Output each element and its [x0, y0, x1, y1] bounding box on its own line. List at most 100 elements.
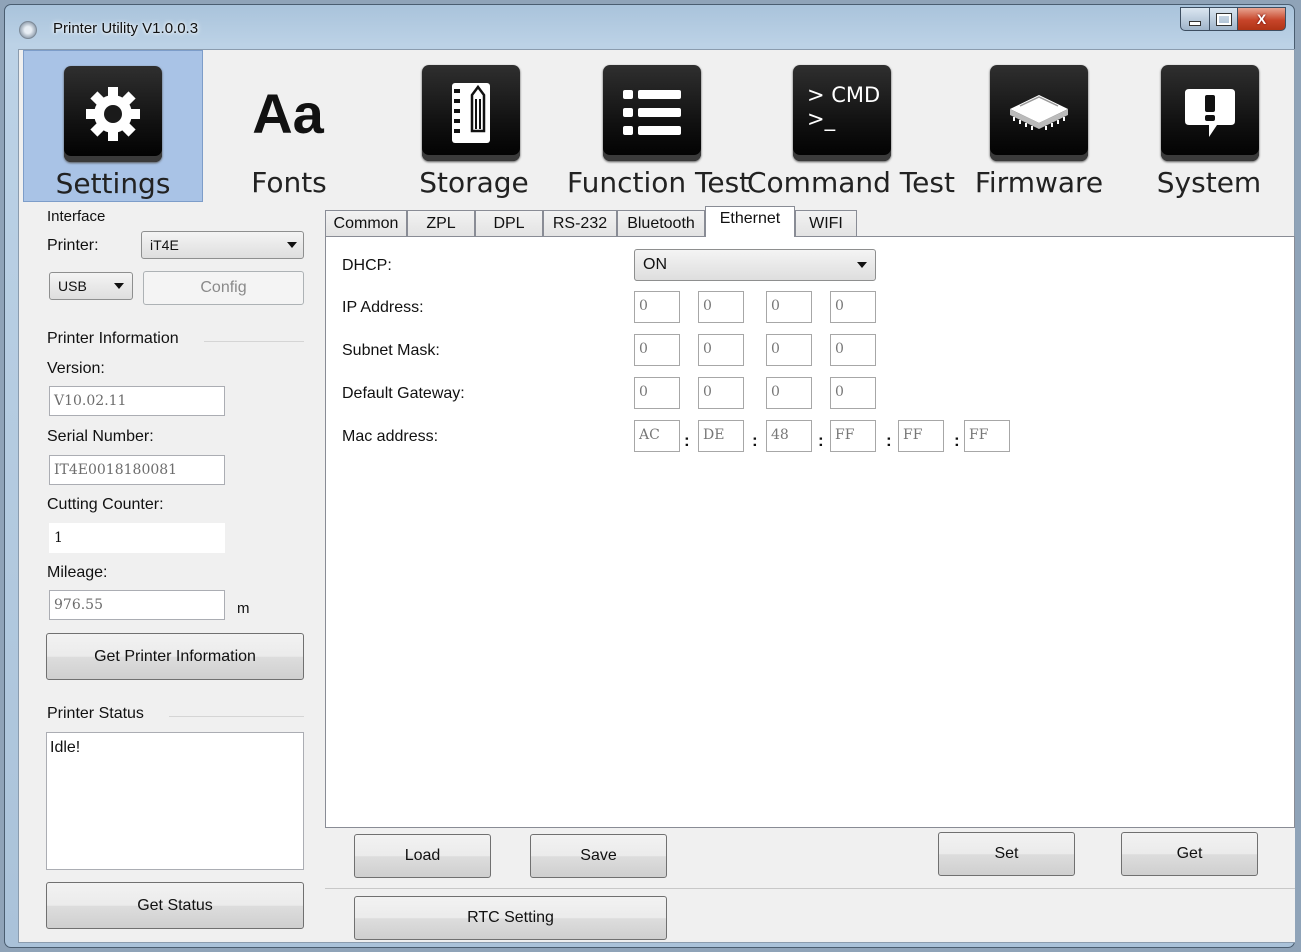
mac-separator: :	[954, 431, 960, 450]
mileage-label: Mileage:	[47, 564, 108, 581]
printer-status-text: Idle!	[50, 739, 81, 756]
chevron-down-icon	[287, 242, 297, 248]
dhcp-select[interactable]: ON	[634, 249, 876, 281]
mileage-field[interactable]: 976.55	[49, 590, 225, 620]
gateway-octet-4[interactable]: 0	[830, 377, 876, 409]
toolbar-system[interactable]: System	[1149, 50, 1269, 202]
gateway-octet-2[interactable]: 0	[698, 377, 744, 409]
ip-octet-3[interactable]: 0	[766, 291, 812, 323]
tab-zpl[interactable]: ZPL	[407, 210, 475, 236]
port-value: USB	[58, 278, 87, 294]
toolbar-label: Command Test	[747, 166, 955, 199]
mac-address-label: Mac address:	[342, 428, 439, 445]
toolbar-label: System	[1156, 166, 1262, 199]
version-label: Version:	[47, 360, 105, 377]
toolbar-storage[interactable]: Storage	[414, 50, 534, 202]
serial-number-label: Serial Number:	[47, 428, 154, 445]
toolbar-label: Firmware	[974, 166, 1104, 199]
subnet-octet-3[interactable]: 0	[766, 334, 812, 366]
printer-information-header: Printer Information	[47, 330, 179, 347]
rtc-setting-button[interactable]: RTC Setting	[354, 896, 667, 940]
printer-status-header: Printer Status	[47, 705, 144, 722]
toolbar-firmware[interactable]: Firmware	[969, 50, 1109, 202]
set-button[interactable]: Set	[938, 832, 1075, 876]
printer-model-value: iT4E	[150, 237, 179, 253]
title-bar[interactable]: Printer Utility V1.0.0.3 X	[5, 5, 1294, 49]
mac-byte-6[interactable]: FF	[964, 420, 1010, 452]
get-printer-information-button[interactable]: Get Printer Information	[46, 633, 304, 680]
terminal-icon: > CMD >_	[793, 65, 891, 161]
serial-number-field[interactable]: IT4E0018180081	[49, 455, 225, 485]
toolbar-label: Fonts	[251, 166, 327, 199]
list-icon	[603, 65, 701, 161]
subnet-octet-4[interactable]: 0	[830, 334, 876, 366]
tab-dpl[interactable]: DPL	[475, 210, 543, 236]
tab-rs232[interactable]: RS-232	[543, 210, 617, 236]
close-icon: X	[1256, 11, 1267, 27]
maximize-button[interactable]	[1210, 7, 1238, 31]
subnet-octet-1[interactable]: 0	[634, 334, 680, 366]
divider	[325, 888, 1295, 889]
chevron-down-icon	[114, 283, 124, 289]
ethernet-settings-panel: DHCP: ON IP Address: 0 0 0 0 Subnet Mask…	[325, 236, 1295, 828]
cutting-counter-field[interactable]: 1	[49, 523, 225, 553]
mac-byte-5[interactable]: FF	[898, 420, 944, 452]
app-icon	[19, 21, 37, 39]
gear-icon	[64, 66, 162, 162]
dhcp-value: ON	[643, 256, 667, 273]
mac-byte-4[interactable]: FF	[830, 420, 876, 452]
get-button[interactable]: Get	[1121, 832, 1258, 876]
port-select[interactable]: USB	[49, 272, 133, 300]
app-window: Printer Utility V1.0.0.3 X Settings Aa F…	[4, 4, 1295, 948]
maximize-icon	[1215, 12, 1232, 26]
toolbar-label: Function Test	[567, 166, 751, 199]
tab-ethernet[interactable]: Ethernet	[705, 206, 795, 237]
ip-octet-4[interactable]: 0	[830, 291, 876, 323]
terminal-line: >_	[807, 107, 836, 131]
exclamation-bubble-icon	[1161, 65, 1259, 161]
mileage-unit: m	[237, 600, 250, 617]
load-button[interactable]: Load	[354, 834, 491, 878]
toolbar-label: Settings	[55, 167, 171, 200]
mac-separator: :	[684, 431, 690, 450]
chevron-down-icon	[857, 262, 867, 268]
toolbar-command-test[interactable]: > CMD >_ Command Test	[747, 50, 955, 202]
close-button[interactable]: X	[1238, 7, 1286, 31]
minimize-button[interactable]	[1180, 7, 1210, 31]
tab-common[interactable]: Common	[325, 210, 407, 236]
toolbar-label: Storage	[419, 166, 529, 199]
gateway-octet-3[interactable]: 0	[766, 377, 812, 409]
chip-icon	[990, 65, 1088, 161]
minimize-icon	[1189, 20, 1201, 26]
main-toolbar: Settings Aa Fonts Storage Function Test …	[19, 50, 1294, 202]
group-divider	[169, 716, 304, 717]
mac-byte-3[interactable]: 48	[766, 420, 812, 452]
toolbar-function-test[interactable]: Function Test	[567, 50, 751, 202]
cutting-counter-label: Cutting Counter:	[47, 496, 164, 513]
get-status-button[interactable]: Get Status	[46, 882, 304, 929]
tab-wifi[interactable]: WIFI	[795, 210, 857, 236]
toolbar-fonts[interactable]: Aa Fonts	[219, 50, 339, 202]
interface-header: Interface	[47, 208, 106, 225]
mac-separator: :	[886, 431, 892, 450]
subnet-octet-2[interactable]: 0	[698, 334, 744, 366]
caption-buttons: X	[1180, 7, 1286, 33]
gateway-octet-1[interactable]: 0	[634, 377, 680, 409]
notebook-pencil-icon	[422, 65, 520, 161]
printer-model-select[interactable]: iT4E	[141, 231, 304, 259]
font-aa-icon: Aa	[252, 81, 324, 145]
toolbar-settings[interactable]: Settings	[23, 50, 203, 202]
ip-octet-2[interactable]: 0	[698, 291, 744, 323]
dhcp-label: DHCP:	[342, 257, 392, 274]
subnet-mask-label: Subnet Mask:	[342, 342, 440, 359]
printer-status-box[interactable]: Idle!	[46, 732, 304, 870]
tab-bluetooth[interactable]: Bluetooth	[617, 210, 705, 236]
group-divider	[204, 341, 304, 342]
mac-byte-1[interactable]: AC	[634, 420, 680, 452]
config-button[interactable]: Config	[143, 271, 304, 305]
mac-separator: :	[818, 431, 824, 450]
mac-byte-2[interactable]: DE	[698, 420, 744, 452]
save-button[interactable]: Save	[530, 834, 667, 878]
version-field[interactable]: V10.02.11	[49, 386, 225, 416]
ip-octet-1[interactable]: 0	[634, 291, 680, 323]
